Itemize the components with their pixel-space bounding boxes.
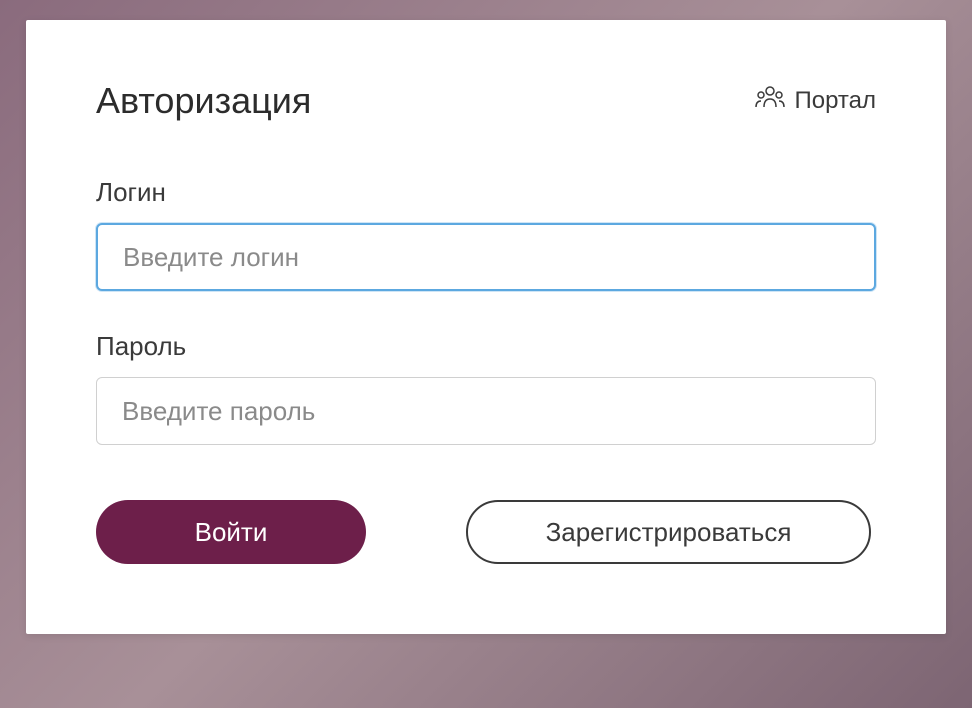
people-icon xyxy=(755,85,785,118)
login-field-group: Логин xyxy=(96,177,876,291)
portal-link-label: Портал xyxy=(795,87,877,115)
modal-header: Авторизация Портал xyxy=(96,80,876,122)
login-button[interactable]: Войти xyxy=(96,500,366,564)
register-button[interactable]: Зарегистрироваться xyxy=(466,500,871,564)
auth-modal: Авторизация Портал Логин Пароль Войти З xyxy=(26,20,946,634)
button-row: Войти Зарегистрироваться xyxy=(96,500,876,564)
login-input[interactable] xyxy=(96,223,876,291)
password-label: Пароль xyxy=(96,331,876,362)
password-input[interactable] xyxy=(96,377,876,445)
login-label: Логин xyxy=(96,177,876,208)
password-field-group: Пароль xyxy=(96,331,876,445)
modal-title: Авторизация xyxy=(96,80,311,122)
portal-link[interactable]: Портал xyxy=(755,85,877,118)
